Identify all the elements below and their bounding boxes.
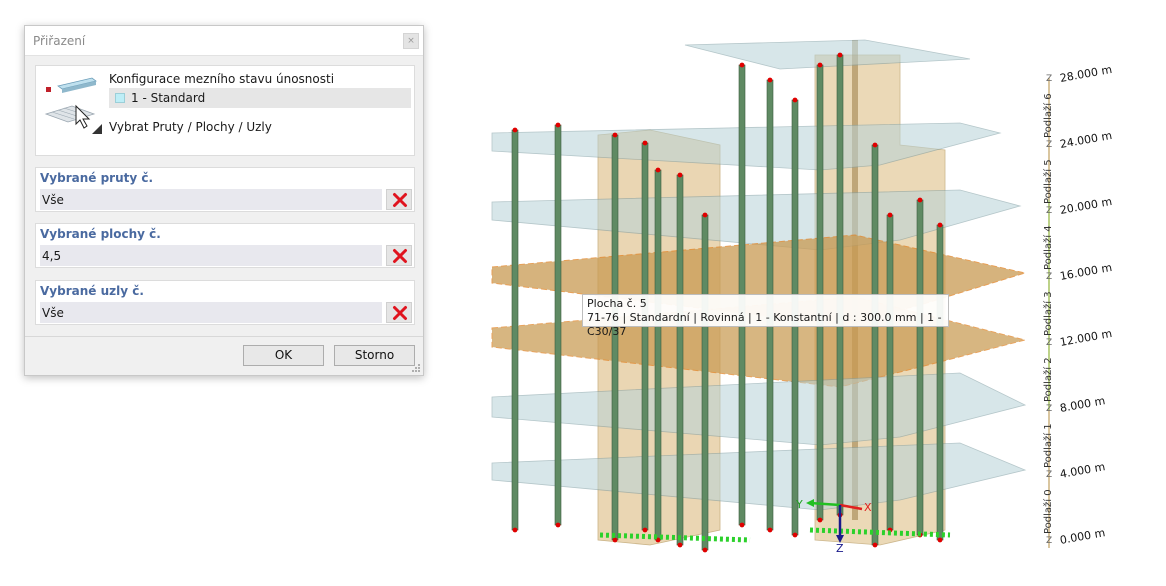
node-dot[interactable] (887, 212, 893, 218)
node-dot[interactable] (655, 167, 661, 173)
column (511, 129, 519, 531)
select-objects-link[interactable]: Vybrat Pruty / Plochy / Uzly (109, 120, 272, 134)
close-icon: × (407, 36, 415, 46)
column (701, 214, 709, 551)
storey-label: Podlaží 1 (1043, 423, 1054, 468)
node-dot[interactable] (512, 527, 518, 533)
footer-divider (25, 336, 423, 337)
nodes-input[interactable] (40, 302, 382, 323)
node-dot[interactable] (837, 52, 843, 58)
tooltip-details: 71-76 | Standardní | Rovinná | 1 - Konst… (587, 311, 942, 338)
node-dot[interactable] (937, 222, 943, 228)
node-dot[interactable] (817, 517, 823, 523)
resize-grip-icon[interactable] (411, 363, 421, 373)
clear-surfaces-button[interactable] (386, 245, 412, 266)
storey-label: Podlaží 5 (1043, 159, 1054, 204)
level-marker-icon: Z (1046, 536, 1053, 546)
node-dot[interactable] (702, 547, 708, 553)
config-color-swatch (115, 93, 125, 103)
node-dot[interactable] (702, 212, 708, 218)
column (676, 174, 684, 546)
members-input[interactable] (40, 189, 382, 210)
level-marker-icon: Z (1046, 140, 1053, 150)
node-dot[interactable] (739, 62, 745, 68)
node-dot[interactable] (677, 172, 683, 178)
column (871, 144, 879, 546)
level-marker-icon: Z (1046, 404, 1053, 414)
node-dot[interactable] (555, 522, 561, 528)
node-dot[interactable] (767, 77, 773, 83)
column (654, 169, 662, 541)
members-surfaces-icon[interactable] (42, 70, 106, 134)
storey-label: Podlaží 6 (1043, 93, 1054, 138)
node-dot[interactable] (767, 527, 773, 533)
tooltip-title: Plocha č. 5 (587, 297, 647, 310)
config-label: Konfigurace mezního stavu únosnosti (109, 72, 335, 86)
level-marker-icon: Z (1046, 206, 1053, 216)
surfaces-label: Vybrané plochy č. (40, 227, 161, 241)
storey-label: Podlaží 2 (1043, 357, 1054, 402)
node-dot[interactable] (612, 537, 618, 543)
column (886, 214, 894, 531)
node-dot[interactable] (612, 132, 618, 138)
clear-members-button[interactable] (386, 189, 412, 210)
node-dot[interactable] (792, 532, 798, 538)
node-dot[interactable] (642, 140, 648, 146)
close-button[interactable]: × (403, 33, 419, 49)
node-dot[interactable] (739, 522, 745, 528)
nodes-panel: Vybrané uzly č. (35, 280, 415, 325)
axis-z-label: Z (836, 542, 844, 555)
node-dot[interactable] (512, 127, 518, 133)
node-dot[interactable] (555, 122, 561, 128)
storey-label: Podlaží 4 (1043, 225, 1054, 270)
node-dot[interactable] (817, 62, 823, 68)
column (554, 124, 562, 526)
node-dot[interactable] (917, 197, 923, 203)
level-marker-icon: Z (1046, 338, 1053, 348)
assignment-dialog: Přiřazení × Konfigurace mezního stavu ún… (24, 25, 424, 376)
column (816, 64, 824, 521)
axis-y-label: Y (796, 498, 803, 511)
config-value: 1 - Standard (131, 91, 206, 105)
configuration-panel: Konfigurace mezního stavu únosnosti 1 - … (35, 65, 415, 156)
clear-nodes-button[interactable] (386, 302, 412, 323)
surfaces-input[interactable] (40, 245, 382, 266)
axis-x-label: X (864, 501, 872, 514)
delete-icon (393, 306, 407, 320)
storey-label: Podlaží 3 (1043, 291, 1054, 336)
members-panel: Vybrané pruty č. (35, 167, 415, 212)
storey-label: Podlaží 0 (1043, 489, 1054, 534)
nodes-label: Vybrané uzly č. (40, 284, 144, 298)
level-marker-icon: Z (1046, 74, 1053, 84)
members-label: Vybrané pruty č. (40, 171, 154, 185)
node-dot[interactable] (677, 542, 683, 548)
delete-icon (393, 249, 407, 263)
dialog-titlebar: Přiřazení × (25, 26, 423, 56)
column (936, 224, 944, 541)
config-select[interactable]: 1 - Standard (109, 88, 411, 108)
node-dot[interactable] (937, 537, 943, 543)
level-marker-icon: Z (1046, 470, 1053, 480)
level-marker-icon: Z (1046, 272, 1053, 282)
surface-tooltip: Plocha č. 5 71-76 | Standardní | Rovinná… (582, 294, 949, 338)
dialog-title: Přiřazení (33, 34, 86, 48)
cancel-button[interactable]: Storno (334, 345, 415, 366)
node-dot[interactable] (642, 527, 648, 533)
node-dot[interactable] (872, 542, 878, 548)
column (836, 54, 844, 516)
ok-button[interactable]: OK (243, 345, 324, 366)
node-dot[interactable] (872, 142, 878, 148)
surfaces-panel: Vybrané plochy č. (35, 223, 415, 268)
node-dot[interactable] (792, 97, 798, 103)
delete-icon (393, 193, 407, 207)
column (916, 199, 924, 536)
